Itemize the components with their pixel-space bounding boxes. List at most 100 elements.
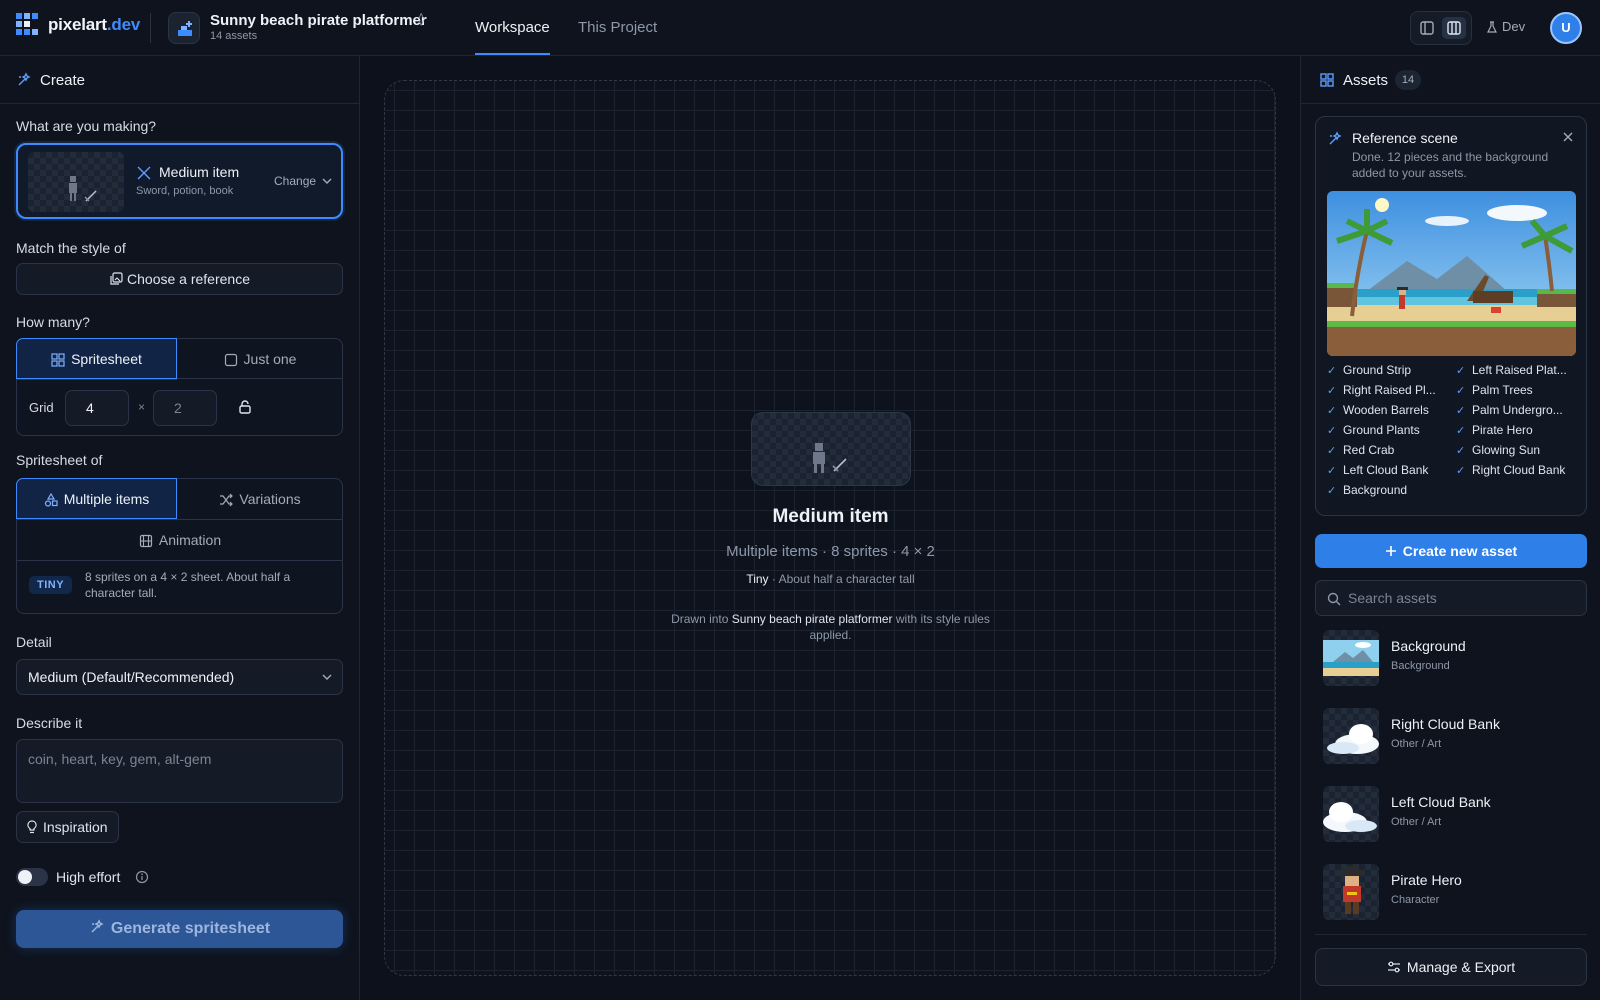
chevron-down-icon — [322, 674, 332, 680]
create-new-asset-button[interactable]: Create new asset — [1315, 534, 1587, 568]
close-icon[interactable] — [1562, 131, 1574, 143]
reference-scene-card: Reference scene Done. 12 pieces and the … — [1315, 116, 1587, 516]
logo-icon[interactable] — [16, 13, 38, 35]
piece-item: ✓ Right Cloud Bank — [1456, 463, 1566, 477]
check-icon: ✓ — [1327, 465, 1337, 477]
asset-item[interactable]: Right Cloud Bank Other / Art — [1315, 704, 1587, 768]
generate-spritesheet-button[interactable]: Generate spritesheet — [16, 910, 343, 948]
choose-reference-button[interactable]: Choose a reference — [16, 263, 343, 295]
canvas-title: Medium item — [772, 506, 889, 527]
times-sign: × — [138, 400, 146, 414]
brand-name[interactable]: pixelart.dev — [48, 15, 140, 35]
user-avatar[interactable]: U — [1550, 12, 1582, 44]
info-icon[interactable] — [135, 870, 149, 884]
asset-type: Character — [1391, 894, 1440, 906]
check-icon: ✓ — [1456, 385, 1466, 397]
columns-layout-icon — [1447, 21, 1461, 35]
chevron-updown-icon[interactable]: ˄ ˅ — [418, 12, 424, 30]
asset-type: Other / Art — [1391, 816, 1442, 828]
asset-name: Left Cloud Bank — [1391, 794, 1491, 810]
match-style-label: Match the style of — [16, 240, 126, 256]
piece-item: ✓ Background — [1327, 483, 1408, 497]
asset-name: Right Cloud Bank — [1391, 716, 1500, 732]
animation-option[interactable]: Animation — [17, 520, 343, 560]
film-icon — [139, 535, 152, 548]
check-icon: ✓ — [1327, 365, 1337, 377]
asset-thumbnail — [1323, 786, 1379, 842]
spritesheet-option[interactable]: Spritesheet — [16, 338, 177, 379]
describe-label: Describe it — [16, 715, 83, 731]
asset-thumbnail — [1323, 708, 1379, 764]
spritesheet-of-label: Spritesheet of — [16, 452, 103, 468]
asset-type: Other / Art — [1391, 738, 1442, 750]
item-type-card[interactable]: Medium item Sword, potion, book Change — [16, 143, 343, 219]
detail-select[interactable]: Medium (Default/Recommended) — [16, 659, 343, 695]
size-badge: TINY — [29, 576, 73, 594]
reference-scene-description: Done. 12 pieces and the background added… — [1352, 150, 1549, 180]
divider — [17, 560, 343, 561]
piece-item: ✓ Right Raised Pl... — [1327, 383, 1436, 397]
detail-label: Detail — [16, 634, 52, 650]
asset-thumbnail — [1323, 864, 1379, 920]
split-panel-layout-button[interactable] — [1442, 17, 1466, 39]
top-bar: pixelart.dev Sunny beach pirate platform… — [0, 0, 1600, 56]
grid-columns-input[interactable]: 4 — [65, 390, 129, 426]
manage-export-button[interactable]: Manage & Export — [1315, 948, 1587, 986]
grid-icon — [51, 353, 65, 367]
piece-item: ✓ Wooden Barrels — [1327, 403, 1429, 417]
grid-icon — [1320, 73, 1334, 87]
drop-canvas[interactable] — [384, 80, 1276, 976]
asset-thumbnail — [1323, 630, 1379, 686]
check-icon: ✓ — [1327, 485, 1337, 497]
search-assets-input[interactable]: Search assets — [1315, 580, 1587, 616]
grid-rows-input[interactable]: 2 — [153, 390, 217, 426]
reference-scene-image[interactable] — [1327, 191, 1576, 356]
check-icon: ✓ — [1327, 445, 1337, 457]
check-icon: ✓ — [1327, 425, 1337, 437]
asset-item[interactable]: Background Background — [1315, 626, 1587, 690]
variations-option[interactable]: Variations — [177, 479, 343, 519]
describe-input[interactable]: coin, heart, key, gem, alt-gem — [16, 739, 343, 803]
square-icon — [224, 354, 237, 367]
high-effort-label: High effort — [56, 869, 121, 885]
piece-item: ✓ Red Crab — [1327, 443, 1395, 457]
flask-icon — [1487, 20, 1497, 33]
divider — [17, 379, 177, 380]
shapes-icon — [44, 493, 58, 507]
check-icon: ✓ — [1327, 405, 1337, 417]
canvas-size-info: Tiny · About half a character tall — [746, 572, 915, 586]
tab-workspace[interactable]: Workspace — [475, 19, 550, 36]
tab-this-project[interactable]: This Project — [578, 19, 657, 36]
just-one-option[interactable]: Just one — [177, 339, 343, 379]
project-asset-count: 14 assets — [210, 30, 258, 42]
count-options-box: Spritesheet Just one Grid 4 × 2 — [16, 338, 343, 436]
dev-mode-button[interactable]: Dev — [1486, 19, 1525, 34]
search-icon — [1327, 592, 1341, 606]
asset-name: Background — [1391, 638, 1466, 654]
piece-item: ✓ Palm Undergro... — [1456, 403, 1563, 417]
lightbulb-icon — [27, 820, 37, 834]
grid-label: Grid — [29, 400, 54, 415]
piece-item: ✓ Pirate Hero — [1456, 423, 1533, 437]
asset-name: Pirate Hero — [1391, 872, 1462, 888]
unlock-icon[interactable] — [237, 399, 253, 415]
divider — [150, 13, 151, 43]
project-icon[interactable] — [168, 12, 200, 44]
sparkles-icon — [91, 919, 104, 933]
shuffle-icon — [220, 493, 234, 507]
change-item-button[interactable]: Change — [274, 174, 332, 188]
high-effort-toggle[interactable] — [16, 868, 48, 886]
asset-item[interactable]: Pirate Hero Character — [1315, 860, 1587, 924]
single-panel-layout-button[interactable] — [1415, 17, 1439, 39]
assets-panel-header: Assets 14 — [1301, 56, 1600, 104]
inspiration-button[interactable]: Inspiration — [16, 811, 119, 843]
project-switcher[interactable]: Sunny beach pirate platformer — [210, 12, 427, 29]
sheet-options-box: Multiple items Variations Animation TINY… — [16, 478, 343, 614]
piece-item: ✓ Palm Trees — [1456, 383, 1533, 397]
multiple-items-option[interactable]: Multiple items — [16, 478, 177, 519]
sidebar-layout-icon — [1420, 21, 1434, 35]
sliders-icon — [1387, 961, 1400, 973]
asset-item[interactable]: Left Cloud Bank Other / Art — [1315, 782, 1587, 846]
check-icon: ✓ — [1456, 405, 1466, 417]
plus-icon — [1385, 546, 1396, 557]
